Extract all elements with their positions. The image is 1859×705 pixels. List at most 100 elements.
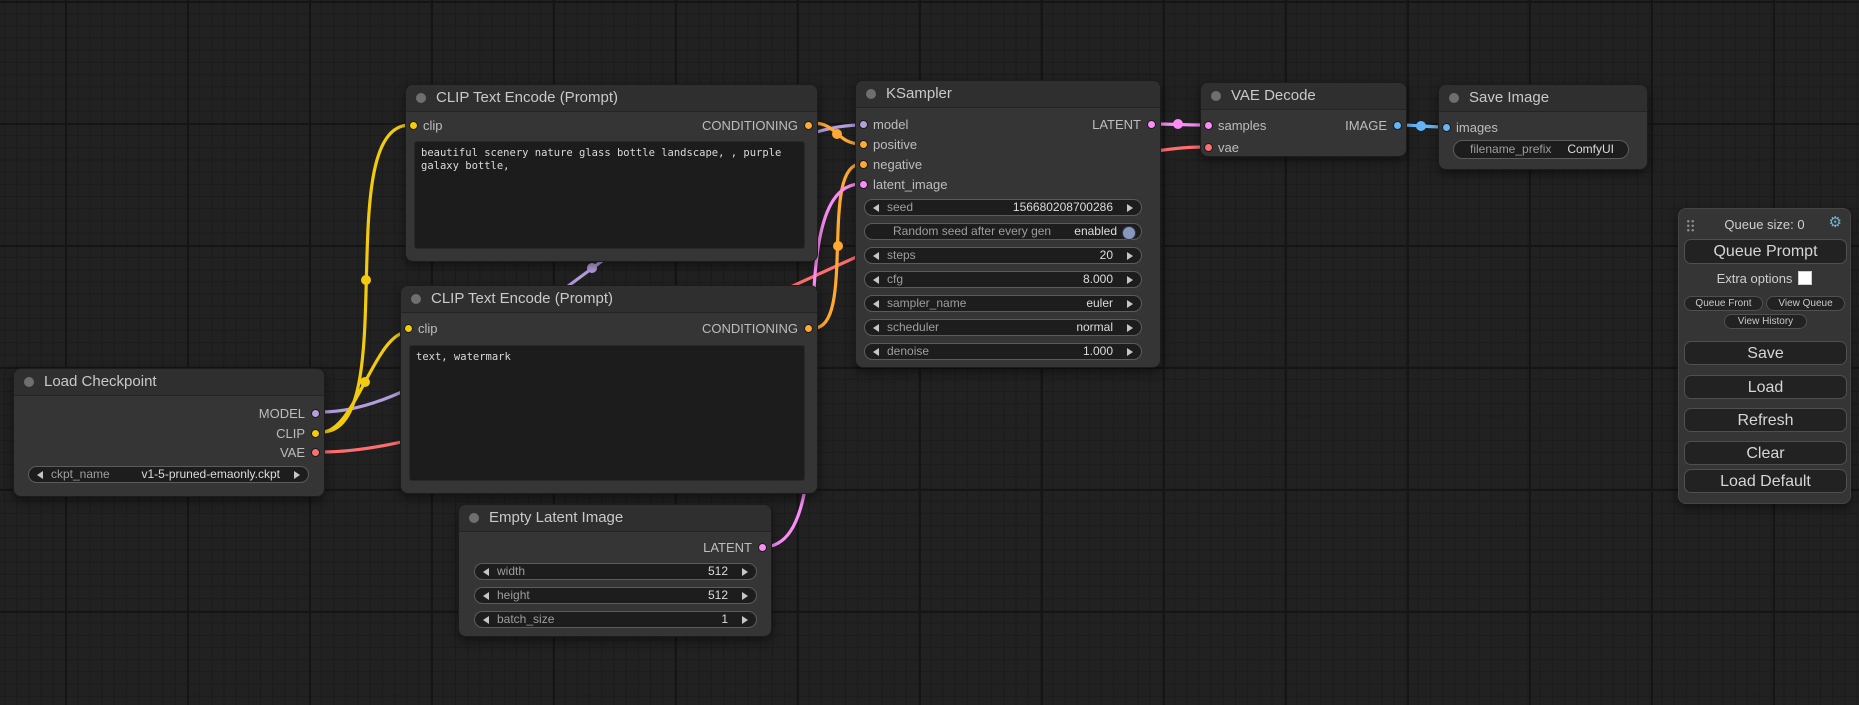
refresh-button[interactable]: Refresh xyxy=(1684,408,1847,432)
node-clip-text-encode-negative[interactable]: CLIP Text Encode (Prompt) clip CONDITION… xyxy=(400,285,818,494)
collapse-dot-icon[interactable] xyxy=(866,89,876,99)
node-clip-text-encode-positive[interactable]: CLIP Text Encode (Prompt) clip CONDITION… xyxy=(405,84,818,262)
node-load-checkpoint[interactable]: Load Checkpoint MODEL CLIP VAE ckpt_name… xyxy=(13,368,325,497)
collapse-dot-icon[interactable] xyxy=(1211,91,1221,101)
clear-button[interactable]: Clear xyxy=(1684,441,1847,465)
increment-arrow-icon[interactable] xyxy=(742,616,748,624)
output-port-vae[interactable] xyxy=(311,448,320,457)
input-port-latent-image[interactable] xyxy=(859,180,868,189)
input-port-clip[interactable] xyxy=(409,121,418,130)
input-port-clip[interactable] xyxy=(404,324,413,333)
node-title-bar[interactable]: KSampler xyxy=(856,81,1160,108)
increment-arrow-icon[interactable] xyxy=(742,568,748,576)
view-queue-button[interactable]: View Queue xyxy=(1766,296,1845,311)
decrement-arrow-icon[interactable] xyxy=(873,348,879,356)
node-title-bar[interactable]: VAE Decode xyxy=(1201,83,1406,110)
filename-prefix-widget[interactable]: filename_prefix ComfyUI xyxy=(1453,140,1629,159)
decrement-arrow-icon[interactable] xyxy=(873,324,879,332)
node-vae-decode[interactable]: VAE Decode samples IMAGE vae xyxy=(1200,82,1407,157)
queue-prompt-button[interactable]: Queue Prompt xyxy=(1684,239,1847,264)
increment-arrow-icon[interactable] xyxy=(1127,324,1133,332)
input-port-model[interactable] xyxy=(859,120,868,129)
steps-widget[interactable]: steps 20 xyxy=(864,247,1142,264)
widget-value: 1 xyxy=(721,612,728,627)
collapse-dot-icon[interactable] xyxy=(469,513,479,523)
node-title-bar[interactable]: CLIP Text Encode (Prompt) xyxy=(406,85,817,112)
input-port-vae[interactable] xyxy=(1204,143,1213,152)
widget-value: v1-5-pruned-emaonly.ckpt xyxy=(141,467,280,482)
increment-arrow-icon[interactable] xyxy=(1127,252,1133,260)
node-empty-latent-image[interactable]: Empty Latent Image LATENT width 512 heig… xyxy=(458,504,772,637)
increment-arrow-icon[interactable] xyxy=(1127,204,1133,212)
widget-value: normal xyxy=(1076,320,1113,335)
output-port-latent[interactable] xyxy=(1147,120,1156,129)
output-port-conditioning[interactable] xyxy=(804,324,813,333)
node-title-bar[interactable]: CLIP Text Encode (Prompt) xyxy=(401,286,817,313)
decrement-arrow-icon[interactable] xyxy=(37,471,43,479)
collapse-dot-icon[interactable] xyxy=(411,294,421,304)
prompt-textarea[interactable]: beautiful scenery nature glass bottle la… xyxy=(414,141,805,249)
increment-arrow-icon[interactable] xyxy=(294,471,300,479)
output-port-model[interactable] xyxy=(311,409,320,418)
width-widget[interactable]: width 512 xyxy=(474,563,757,580)
ckpt-name-widget[interactable]: ckpt_name v1-5-pruned-emaonly.ckpt xyxy=(28,466,309,483)
widget-label: ckpt_name xyxy=(51,467,110,482)
extra-options-checkbox[interactable] xyxy=(1798,271,1812,285)
denoise-widget[interactable]: denoise 1.000 xyxy=(864,343,1142,360)
decrement-arrow-icon[interactable] xyxy=(873,276,879,284)
queue-panel: Queue size: 0 ⚙ Queue Prompt Extra optio… xyxy=(1678,208,1851,504)
widget-label: denoise xyxy=(887,344,929,359)
output-label: IMAGE xyxy=(1345,117,1387,135)
node-title-bar[interactable]: Load Checkpoint xyxy=(14,369,324,396)
prompt-textarea[interactable]: text, watermark xyxy=(409,345,805,481)
collapse-dot-icon[interactable] xyxy=(1449,93,1459,103)
input-label: model xyxy=(873,116,908,134)
node-title-bar[interactable]: Save Image xyxy=(1439,85,1647,112)
seed-widget[interactable]: seed 156680208700286 xyxy=(864,199,1142,216)
output-port-image[interactable] xyxy=(1393,121,1402,130)
increment-arrow-icon[interactable] xyxy=(1127,300,1133,308)
collapse-dot-icon[interactable] xyxy=(24,377,34,387)
batch-size-widget[interactable]: batch_size 1 xyxy=(474,611,757,628)
output-port-clip[interactable] xyxy=(311,429,320,438)
output-port-latent[interactable] xyxy=(758,543,767,552)
random-seed-toggle-widget[interactable]: Random seed after every gen enabled xyxy=(864,223,1142,240)
save-button[interactable]: Save xyxy=(1684,341,1847,365)
widget-label: sampler_name xyxy=(887,296,966,311)
gear-icon[interactable]: ⚙ xyxy=(1829,215,1842,230)
input-port-negative[interactable] xyxy=(859,160,868,169)
increment-arrow-icon[interactable] xyxy=(1127,348,1133,356)
toggle-knob-icon[interactable] xyxy=(1122,226,1136,240)
graph-canvas[interactable]: Load Checkpoint MODEL CLIP VAE ckpt_name… xyxy=(0,0,1859,705)
sampler-name-widget[interactable]: sampler_name euler xyxy=(864,295,1142,312)
input-port-positive[interactable] xyxy=(859,140,868,149)
input-port-samples[interactable] xyxy=(1204,121,1213,130)
decrement-arrow-icon[interactable] xyxy=(873,204,879,212)
decrement-arrow-icon[interactable] xyxy=(483,592,489,600)
load-default-button[interactable]: Load Default xyxy=(1684,469,1847,493)
cfg-widget[interactable]: cfg 8.000 xyxy=(864,271,1142,288)
node-title: CLIP Text Encode (Prompt) xyxy=(431,290,613,307)
decrement-arrow-icon[interactable] xyxy=(483,568,489,576)
increment-arrow-icon[interactable] xyxy=(742,592,748,600)
collapse-dot-icon[interactable] xyxy=(416,93,426,103)
output-port-conditioning[interactable] xyxy=(804,121,813,130)
node-save-image[interactable]: Save Image images filename_prefix ComfyU… xyxy=(1438,84,1648,170)
view-history-button[interactable]: View History xyxy=(1724,314,1807,329)
input-label: vae xyxy=(1218,139,1239,157)
node-title-bar[interactable]: Empty Latent Image xyxy=(459,505,771,532)
input-port-images[interactable] xyxy=(1442,123,1451,132)
widget-value: 156680208700286 xyxy=(1013,200,1113,215)
output-label: VAE xyxy=(280,444,305,462)
decrement-arrow-icon[interactable] xyxy=(483,616,489,624)
decrement-arrow-icon[interactable] xyxy=(873,300,879,308)
decrement-arrow-icon[interactable] xyxy=(873,252,879,260)
queue-front-button[interactable]: Queue Front xyxy=(1684,296,1763,311)
increment-arrow-icon[interactable] xyxy=(1127,276,1133,284)
node-ksampler[interactable]: KSampler model LATENT positive negative … xyxy=(855,80,1161,368)
widget-label: scheduler xyxy=(887,320,939,335)
scheduler-widget[interactable]: scheduler normal xyxy=(864,319,1142,336)
height-widget[interactable]: height 512 xyxy=(474,587,757,604)
widget-label: Random seed after every gen xyxy=(893,224,1051,239)
load-button[interactable]: Load xyxy=(1684,375,1847,399)
